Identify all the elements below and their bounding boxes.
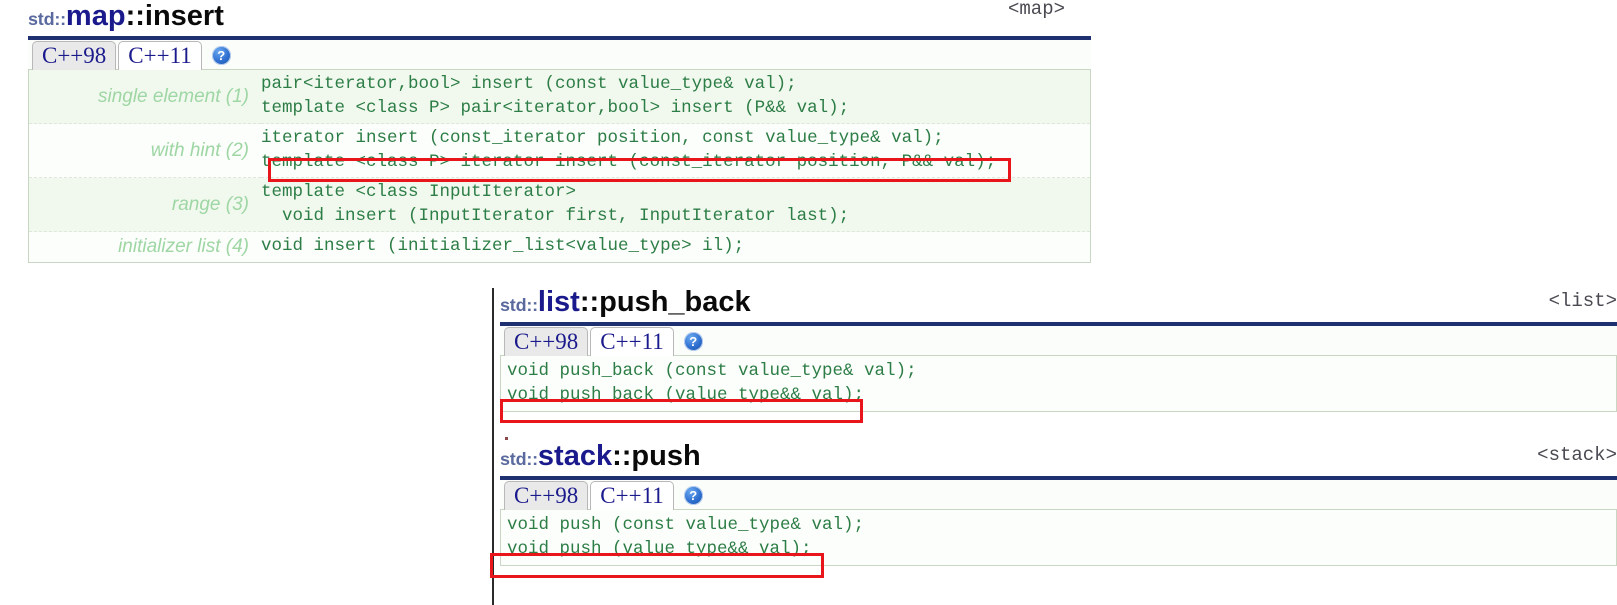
header-include-stack: <stack> xyxy=(1537,444,1617,466)
overload-label-1: single element (1) xyxy=(29,70,261,124)
title-row-list: std::list::push_back <list> xyxy=(500,288,1617,322)
page-left-edge-rule-lower xyxy=(492,443,494,605)
namespace-label: std:: xyxy=(500,449,538,469)
page-title-list: std::list::push_back xyxy=(500,288,751,317)
signature-line: template <class P> pair<iterator,bool> i… xyxy=(261,97,850,118)
member-name-label: push xyxy=(631,440,701,472)
namespace-label: std:: xyxy=(28,9,66,29)
namespace-label: std:: xyxy=(500,295,538,315)
overload-label-4: initializer list (4) xyxy=(29,231,261,262)
overload-code-1: pair<iterator,bool> insert (const value_… xyxy=(261,70,1090,124)
tab-cpp98-list[interactable]: C++98 xyxy=(504,327,589,356)
tab-cpp11-list[interactable]: C++11 xyxy=(590,327,674,356)
table-row: initializer list (4) void insert (initia… xyxy=(29,231,1090,262)
page-root: { "theme": { "rule_color": "#1f3070", "c… xyxy=(0,0,1617,605)
signature-panel-list: void push_back (const value_type& val); … xyxy=(500,356,1617,412)
member-name-label: push_back xyxy=(599,286,751,318)
tab-cpp11-map[interactable]: C++11 xyxy=(118,41,202,70)
scope-separator: :: xyxy=(125,0,145,32)
tabbar-map: C++98 C++11 ? xyxy=(28,40,1091,70)
help-icon[interactable]: ? xyxy=(683,486,703,505)
scope-separator: :: xyxy=(612,440,632,472)
signature-table-map: single element (1) pair<iterator,bool> i… xyxy=(29,70,1090,262)
class-name-label: list xyxy=(537,286,580,318)
overload-code-3: template <class InputIterator> void inse… xyxy=(261,177,1090,232)
overload-label-3: range (3) xyxy=(29,177,261,232)
title-row-map: std::map::insert <map> xyxy=(28,0,1091,36)
tab-cpp11-stack[interactable]: C++11 xyxy=(590,481,674,510)
class-name-label: map xyxy=(65,0,126,32)
page-title-map: std::map::insert xyxy=(28,2,224,31)
table-row: single element (1) pair<iterator,bool> i… xyxy=(29,70,1090,124)
signature-line-highlighted: void push_back (value_type&& val); xyxy=(507,384,865,405)
header-include-list: <list> xyxy=(1548,290,1617,312)
signature-line: void insert (InputIterator first, InputI… xyxy=(261,205,850,226)
overload-code-2: iterator insert (const_iterator position… xyxy=(261,123,1090,178)
signature-line: iterator insert (const_iterator position… xyxy=(261,128,944,148)
member-name-label: insert xyxy=(144,0,224,32)
signature-line: pair<iterator,bool> insert (const value_… xyxy=(261,74,797,94)
scope-separator: :: xyxy=(579,286,600,318)
tab-cpp98-stack[interactable]: C++98 xyxy=(504,481,589,510)
reference-block-list-push-back: std::list::push_back <list> C++98 C++11 … xyxy=(500,288,1617,412)
signature-line: void push (const value_type& val); xyxy=(507,515,865,535)
reference-block-map-insert: std::map::insert <map> C++98 C++11 ? sin… xyxy=(28,0,1091,263)
signature-line: template <class InputIterator> xyxy=(261,182,577,202)
signature-line-highlighted: template <class P> iterator insert (cons… xyxy=(261,151,997,172)
signature-list-stack: void push (const value_type& val); void … xyxy=(501,510,1616,565)
class-name-label: stack xyxy=(537,440,613,472)
table-row: range (3) template <class InputIterator>… xyxy=(29,177,1090,232)
tab-cpp98-map[interactable]: C++98 xyxy=(32,41,117,70)
scan-artifact-dot xyxy=(505,437,508,440)
help-icon[interactable]: ? xyxy=(211,46,231,65)
tabbar-stack: C++98 C++11 ? xyxy=(500,480,1617,510)
page-title-stack: std::stack::push xyxy=(500,442,701,471)
title-row-stack: std::stack::push <stack> xyxy=(500,442,1617,476)
help-icon[interactable]: ? xyxy=(683,332,703,351)
signature-list-list: void push_back (const value_type& val); … xyxy=(501,356,1616,411)
reference-block-stack-push: std::stack::push <stack> C++98 C++11 ? v… xyxy=(500,442,1617,566)
overload-code-4: void insert (initializer_list<value_type… xyxy=(261,231,1090,262)
page-left-edge-rule-upper xyxy=(492,288,494,443)
signature-line: void insert (initializer_list<value_type… xyxy=(261,236,745,256)
tabbar-list: C++98 C++11 ? xyxy=(500,326,1617,356)
signature-line-highlighted: void push (value_type&& val); xyxy=(507,538,812,559)
signature-line: void push_back (const value_type& val); xyxy=(507,361,917,381)
header-include-map: <map> xyxy=(1007,0,1065,20)
table-row: with hint (2) iterator insert (const_ite… xyxy=(29,123,1090,178)
signature-panel-map: single element (1) pair<iterator,bool> i… xyxy=(28,70,1091,263)
signature-panel-stack: void push (const value_type& val); void … xyxy=(500,510,1617,566)
overload-label-2: with hint (2) xyxy=(29,123,261,178)
